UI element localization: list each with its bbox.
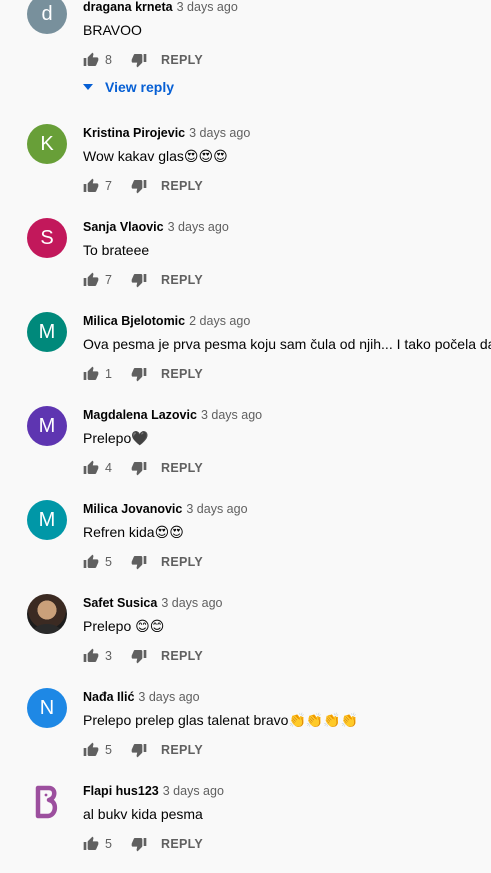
like-count: 3 xyxy=(105,649,112,663)
action-toolbar: 5 REPLY xyxy=(83,739,203,761)
author-name[interactable]: Milica Jovanovic xyxy=(83,502,182,516)
comment-text: Refren kida😍😍 xyxy=(83,524,184,540)
avatar[interactable]: M xyxy=(27,500,67,540)
author-name[interactable]: Magdalena Lazovic xyxy=(83,408,197,422)
timestamp[interactable]: 3 days ago xyxy=(201,408,262,422)
thumbs-down-icon[interactable] xyxy=(131,648,147,664)
timestamp[interactable]: 3 days ago xyxy=(168,220,229,234)
timestamp[interactable]: 3 days ago xyxy=(163,784,224,798)
comment-text: al bukv kida pesma xyxy=(83,806,203,822)
comment-text: To brateee xyxy=(83,242,150,258)
thumbs-up-icon[interactable] xyxy=(83,52,99,68)
thumbs-up-icon[interactable] xyxy=(83,648,99,664)
view-replies-button[interactable]: View reply xyxy=(83,79,174,95)
comment-text: Wow kakav glas😍😍😍 xyxy=(83,148,228,164)
author-name[interactable]: dragana krneta xyxy=(83,0,173,14)
author-name[interactable]: Sanja Vlaovic xyxy=(83,220,164,234)
thumbs-down-icon[interactable] xyxy=(131,178,147,194)
comment-text: Prelepo 😊😊 xyxy=(83,618,165,634)
action-toolbar: 4 REPLY xyxy=(83,457,203,479)
comment-text: Ova pesma je prva pesma koju sam čula od… xyxy=(83,336,491,352)
thumbs-up-icon[interactable] xyxy=(83,178,99,194)
view-replies-label: View reply xyxy=(105,79,175,95)
action-toolbar: 7 REPLY xyxy=(83,269,203,291)
thumbs-up-icon[interactable] xyxy=(83,836,99,852)
action-toolbar: 5 REPLY xyxy=(83,551,203,573)
avatar[interactable]: S xyxy=(27,218,67,258)
reply-button[interactable]: REPLY xyxy=(161,461,203,475)
brand-logo-icon xyxy=(35,785,58,819)
thumbs-down-icon[interactable] xyxy=(131,52,147,68)
timestamp[interactable]: 2 days ago xyxy=(189,314,250,328)
like-count: 7 xyxy=(105,179,112,193)
action-toolbar: 3 REPLY xyxy=(83,645,203,667)
reply-button[interactable]: REPLY xyxy=(161,555,203,569)
thumbs-up-icon[interactable] xyxy=(83,460,99,476)
comment-text: Prelepo🖤 xyxy=(83,430,149,446)
author-name[interactable]: Milica Bjelotomic xyxy=(83,314,185,328)
avatar[interactable] xyxy=(27,594,67,634)
thumbs-up-icon[interactable] xyxy=(83,554,99,570)
reply-button[interactable]: REPLY xyxy=(161,273,203,287)
author-name[interactable]: Safet Susica xyxy=(83,596,157,610)
avatar[interactable]: K xyxy=(27,124,67,164)
thumbs-up-icon[interactable] xyxy=(83,366,99,382)
reply-button[interactable]: REPLY xyxy=(161,179,203,193)
timestamp[interactable]: 3 days ago xyxy=(177,0,238,14)
like-count: 5 xyxy=(105,743,112,757)
timestamp[interactable]: 3 days ago xyxy=(189,126,250,140)
action-toolbar: 5 REPLY xyxy=(83,833,203,855)
thumbs-down-icon[interactable] xyxy=(131,272,147,288)
like-count: 8 xyxy=(105,53,112,67)
thumbs-up-icon[interactable] xyxy=(83,272,99,288)
avatar[interactable]: M xyxy=(27,312,67,352)
reply-button[interactable]: REPLY xyxy=(161,743,203,757)
reply-button[interactable]: REPLY xyxy=(161,837,203,851)
comment-text: Prelepo prelep glas talenat bravo👏👏👏👏 xyxy=(83,712,359,728)
like-count: 5 xyxy=(105,555,112,569)
comment-text: BRAVOO xyxy=(83,22,142,38)
avatar[interactable] xyxy=(27,782,67,822)
like-count: 4 xyxy=(105,461,112,475)
avatar[interactable]: N xyxy=(27,688,67,728)
action-toolbar: 8 REPLY xyxy=(83,49,203,71)
timestamp[interactable]: 3 days ago xyxy=(138,690,199,704)
reply-button[interactable]: REPLY xyxy=(161,53,203,67)
like-count: 5 xyxy=(105,837,112,851)
thumbs-down-icon[interactable] xyxy=(131,836,147,852)
thumbs-down-icon[interactable] xyxy=(131,554,147,570)
comment-header: dragana krneta 3 days ago xyxy=(83,0,238,14)
thumbs-down-icon[interactable] xyxy=(131,742,147,758)
timestamp[interactable]: 3 days ago xyxy=(161,596,222,610)
avatar[interactable]: M xyxy=(27,406,67,446)
thumbs-down-icon[interactable] xyxy=(131,366,147,382)
thumbs-up-icon[interactable] xyxy=(83,742,99,758)
thumbs-down-icon[interactable] xyxy=(131,460,147,476)
timestamp[interactable]: 3 days ago xyxy=(186,502,247,516)
caret-down-icon xyxy=(83,84,93,90)
author-name[interactable]: Nađa Ilić xyxy=(83,690,134,704)
reply-button[interactable]: REPLY xyxy=(161,367,203,381)
author-name[interactable]: Flapi hus123 xyxy=(83,784,159,798)
like-count: 7 xyxy=(105,273,112,287)
like-count: 1 xyxy=(105,367,112,381)
reply-button[interactable]: REPLY xyxy=(161,649,203,663)
avatar[interactable]: d xyxy=(27,0,67,34)
author-name[interactable]: Kristina Pirojevic xyxy=(83,126,185,140)
action-toolbar: 1 REPLY xyxy=(83,363,203,385)
action-toolbar: 7 REPLY xyxy=(83,175,203,197)
